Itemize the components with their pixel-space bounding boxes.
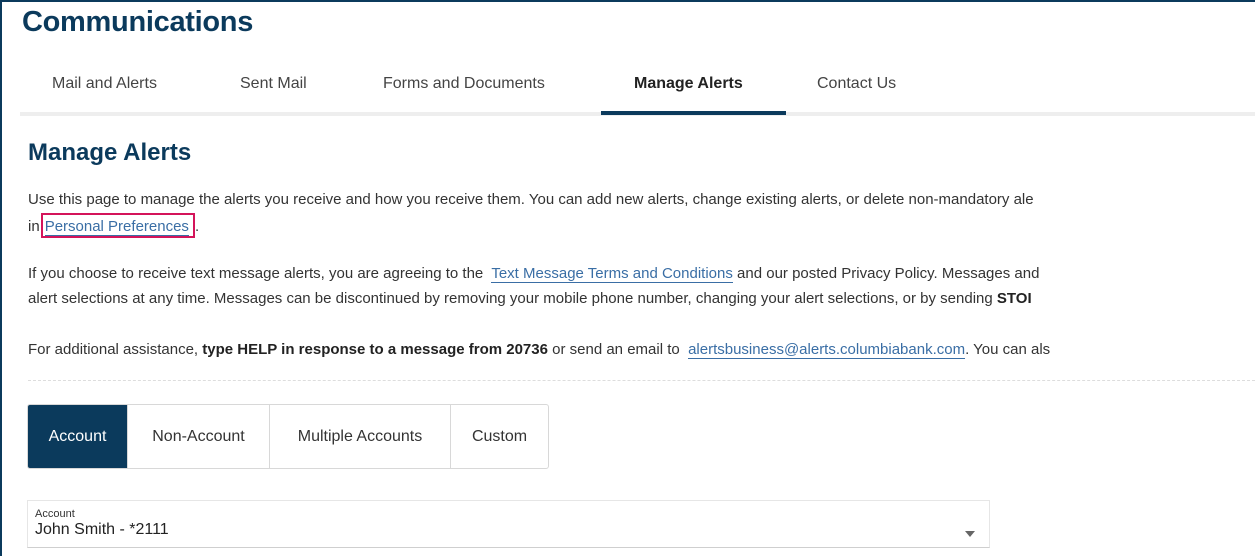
sms-stop-keyword: STOI (996, 290, 1032, 307)
alert-type-non-account-button[interactable]: Non-Account (128, 405, 270, 468)
help-text-pre: For additional assistance, (28, 341, 199, 358)
account-select-value: John Smith - *2111 (35, 521, 169, 538)
page-title: Manage Alerts (28, 139, 192, 166)
communications-tabs: Mail and Alerts Sent Mail Forms and Docu… (20, 62, 1255, 116)
tab-sent-mail[interactable]: Sent Mail (240, 75, 307, 93)
communications-title: Communications (22, 6, 254, 38)
sms-consent-text: If you choose to receive text message al… (28, 261, 1039, 286)
alert-type-selector: Account Non-Account Multiple Accounts Cu… (27, 404, 549, 469)
help-text: For additional assistance, type HELP in … (28, 337, 1050, 362)
tab-manage-alerts[interactable]: Manage Alerts (634, 75, 743, 93)
tab-mail-and-alerts[interactable]: Mail and Alerts (52, 75, 157, 93)
tab-forms-and-documents[interactable]: Forms and Documents (383, 75, 545, 93)
intro-text: Use this page to manage the alerts you r… (28, 191, 1034, 208)
account-select-label: Account (35, 508, 75, 520)
section-divider (28, 380, 1255, 381)
text-message-terms-link[interactable]: Text Message Terms and Conditions (491, 265, 733, 283)
personal-preferences-link[interactable]: Personal Preferences (44, 218, 189, 236)
help-keyword-text: type HELP in response to a message from … (202, 341, 548, 358)
help-text-post: . You can als (965, 341, 1051, 358)
sms-consent-text-line2: alert selections at any time. Messages c… (28, 286, 1032, 311)
personal-preferences-highlight: Personal Preferences (40, 213, 195, 238)
help-text-mid: or send an email to (552, 341, 680, 358)
caret-down-icon (965, 531, 975, 537)
alert-type-account-button[interactable]: Account (28, 405, 128, 468)
alerts-email-link[interactable]: alertsbusiness@alerts.columbiabank.com (688, 341, 966, 359)
sms-text-pre: If you choose to receive text message al… (28, 265, 484, 282)
intro-text-line2: in Personal Preferences. (28, 213, 199, 239)
alert-type-custom-button[interactable]: Custom (451, 405, 548, 468)
sms-text-post: and our posted Privacy Policy. Messages … (737, 265, 1040, 282)
active-tab-indicator (601, 111, 786, 115)
intro-suffix: . (194, 218, 200, 235)
account-select[interactable]: Account John Smith - *2111 (27, 500, 990, 548)
tab-contact-us[interactable]: Contact Us (817, 75, 896, 93)
alert-type-multiple-accounts-button[interactable]: Multiple Accounts (270, 405, 451, 468)
sms-text-line2: alert selections at any time. Messages c… (28, 290, 993, 307)
intro-prefix: in (28, 218, 40, 235)
